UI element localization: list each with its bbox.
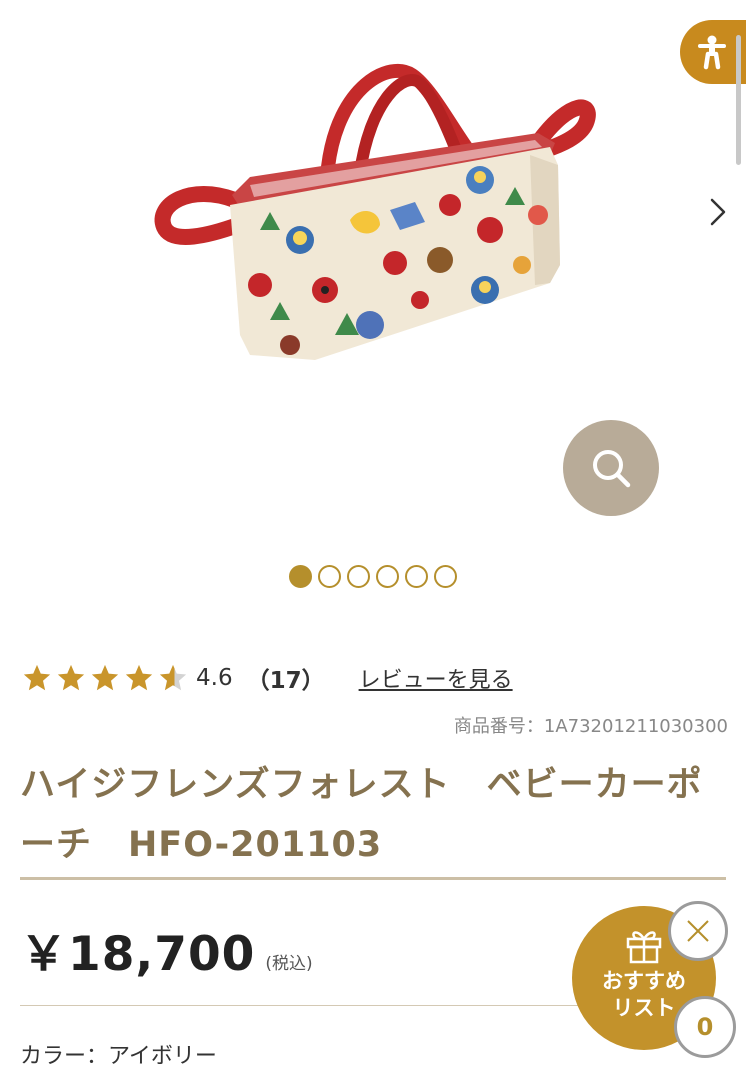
slide-dot[interactable] [376, 565, 399, 588]
accessibility-person-icon [698, 35, 726, 70]
product-image[interactable] [150, 55, 600, 375]
product-number: 商品番号：1A73201211030300 [454, 712, 728, 738]
product-number-value: 1A73201211030300 [543, 716, 728, 737]
magnifier-icon [593, 450, 631, 488]
recommend-label-line1: おすすめ [602, 969, 686, 993]
product-title: ハイジフレンズフォレスト ベビーカーポーチ HFO-201103 [20, 765, 703, 865]
product-gallery [0, 0, 746, 610]
next-slide-button[interactable] [700, 192, 736, 232]
view-reviews-link[interactable]: レビューを見る [359, 662, 513, 694]
recommend-count-badge: 0 [674, 996, 736, 1058]
gift-icon [626, 931, 662, 964]
star-full-icon [57, 664, 85, 691]
slide-dot[interactable] [289, 565, 312, 588]
slide-dot[interactable] [434, 565, 457, 588]
slide-dot[interactable] [318, 565, 341, 588]
price-row: ￥18,700 (税込) [20, 915, 313, 984]
slide-dot[interactable] [405, 565, 428, 588]
star-rating [22, 663, 188, 693]
close-icon [687, 920, 709, 942]
rating-row: 4.6 （17） レビューを見る [22, 658, 513, 698]
star-full-icon [91, 664, 119, 691]
color-label: カラー：アイボリー [20, 1044, 217, 1069]
price: ￥18,700 [20, 927, 256, 982]
tax-note: (税込) [265, 954, 313, 974]
slide-indicators [289, 565, 457, 588]
close-recommend-button[interactable] [668, 901, 728, 961]
divider [20, 877, 726, 880]
zoom-button[interactable] [563, 420, 659, 516]
product-number-label: 商品番号： [453, 716, 544, 737]
star-full-icon [125, 664, 153, 691]
chevron-right-icon [710, 198, 726, 226]
scrollbar[interactable] [736, 35, 741, 165]
review-count: （17） [246, 668, 325, 694]
rating-value: 4.6 [196, 665, 233, 691]
star-partial-icon [159, 664, 187, 691]
slide-dot[interactable] [347, 565, 370, 588]
star-full-icon [23, 664, 51, 691]
